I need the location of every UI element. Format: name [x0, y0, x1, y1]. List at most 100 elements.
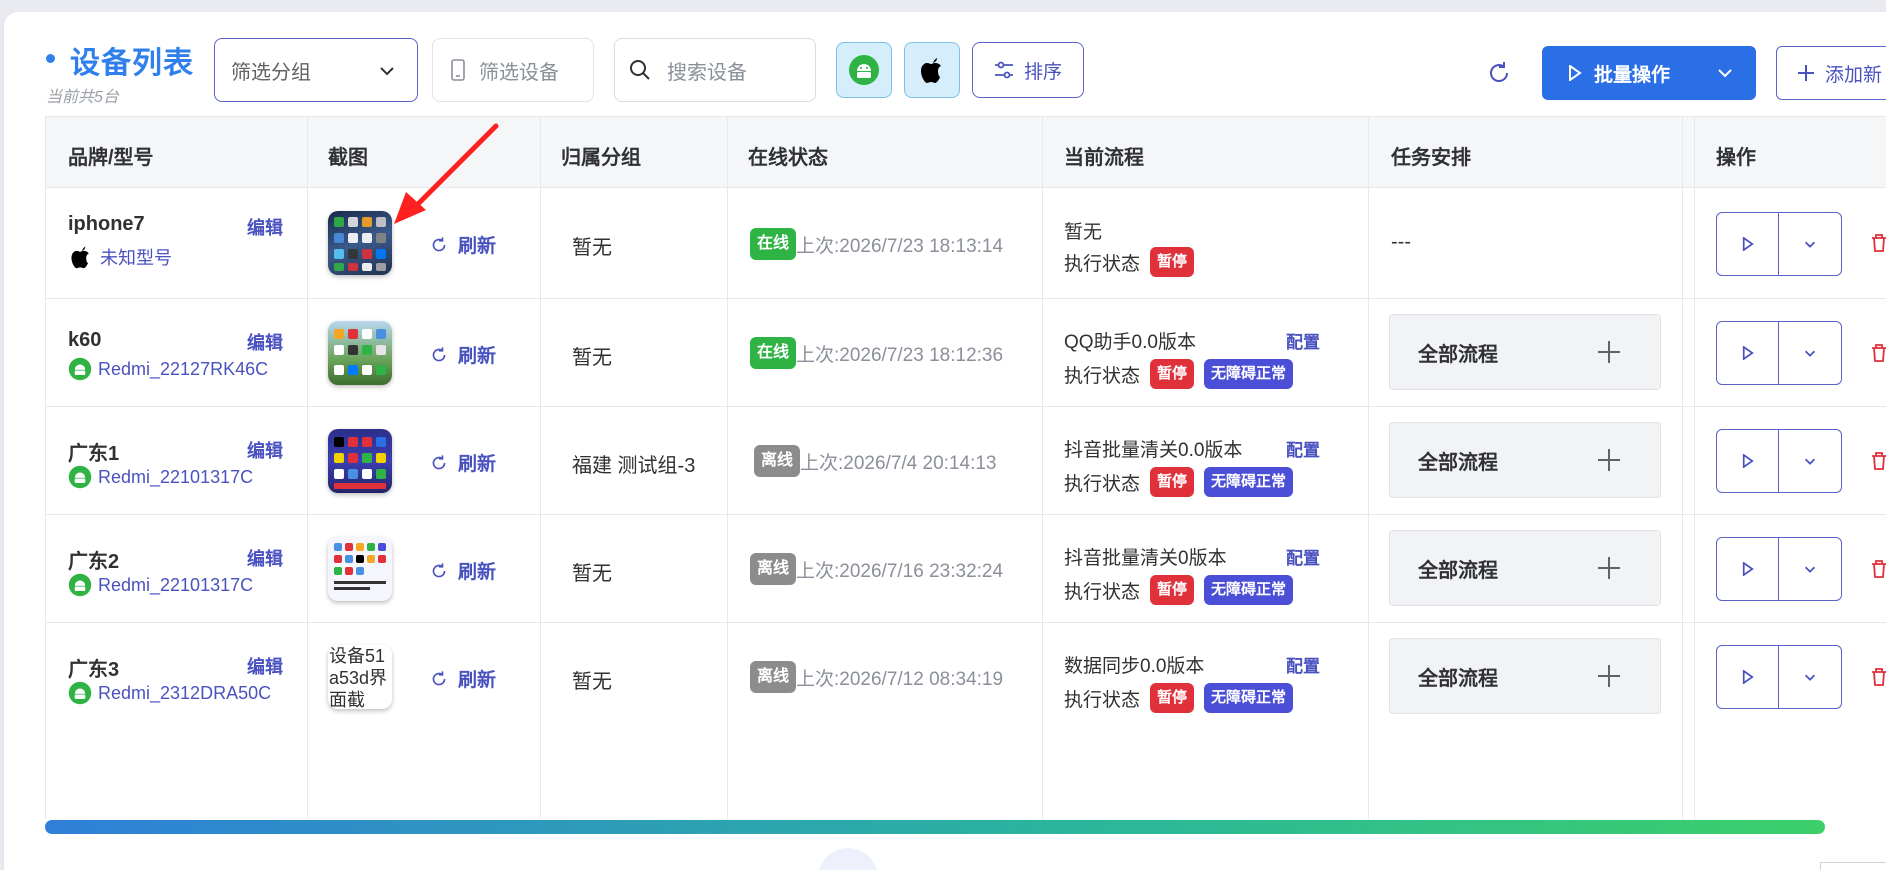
- trash-icon[interactable]: [1870, 233, 1886, 253]
- accessibility-badge: 无障碍正常: [1204, 359, 1294, 389]
- chevron-down-icon: [1804, 674, 1816, 681]
- device-name: k60: [68, 329, 102, 351]
- run-split-button: [1716, 537, 1842, 601]
- table-header: 品牌/型号 截图 归属分组 在线状态 当前流程 任务安排 操作: [46, 116, 1886, 188]
- phone-icon: [451, 59, 465, 81]
- online-status: 在线 上次:2026/7/23 18:12:36: [750, 337, 1003, 369]
- device-model-label: Redmi_2312DRA50C: [98, 682, 272, 703]
- status-badge: 在线: [750, 337, 797, 369]
- exec-state: 执行状态 暂停: [1064, 247, 1195, 277]
- last-seen: 上次:2026/7/16 23:32:24: [796, 560, 1004, 582]
- android-filter-toggle[interactable]: [836, 42, 892, 98]
- refresh-screenshot-button[interactable]: 刷新: [430, 449, 496, 476]
- refresh-icon[interactable]: [1486, 60, 1512, 86]
- group-name: 福建 测试组-3: [572, 455, 696, 477]
- run-button[interactable]: [1717, 430, 1780, 492]
- accessibility-badge: 无障碍正常: [1204, 683, 1294, 713]
- run-options-button[interactable]: [1779, 322, 1841, 384]
- refresh-screenshot-button[interactable]: 刷新: [430, 231, 496, 258]
- last-seen: 上次:2026/7/4 20:14:13: [800, 452, 997, 474]
- search-input[interactable]: 搜索设备: [614, 38, 816, 102]
- task-selector[interactable]: 全部流程: [1389, 638, 1661, 714]
- flow-name: 抖音批量清关0版本: [1064, 548, 1227, 569]
- exec-state-label: 执行状态: [1064, 473, 1141, 495]
- chevron-down-icon: [1718, 69, 1732, 78]
- chevron-down-icon: [1804, 350, 1816, 357]
- sort-label: 排序: [1023, 61, 1062, 83]
- device-model[interactable]: Redmi_22101317C: [68, 573, 253, 597]
- run-options-button[interactable]: [1779, 213, 1841, 275]
- run-button[interactable]: [1717, 646, 1780, 708]
- edit-link[interactable]: 编辑: [247, 329, 283, 355]
- refresh-label: 刷新: [458, 670, 497, 691]
- refresh-screenshot-button[interactable]: 刷新: [430, 341, 496, 368]
- run-options-button[interactable]: [1779, 430, 1841, 492]
- device-model[interactable]: Redmi_2312DRA50C: [68, 681, 271, 705]
- android-icon: [68, 681, 92, 705]
- task-selector[interactable]: 全部流程: [1389, 530, 1661, 606]
- device-name: 广东2: [68, 551, 120, 573]
- task-selector[interactable]: 全部流程: [1389, 422, 1661, 498]
- apple-filter-toggle[interactable]: [904, 42, 960, 98]
- config-link[interactable]: 配置: [1286, 652, 1320, 677]
- device-screenshot[interactable]: [328, 321, 392, 385]
- run-button[interactable]: [1717, 213, 1780, 275]
- device-model[interactable]: 未知型号: [68, 243, 172, 271]
- edit-link[interactable]: 编辑: [247, 437, 283, 463]
- device-screenshot[interactable]: [328, 211, 392, 275]
- exec-state-label: 执行状态: [1064, 365, 1141, 387]
- trash-icon[interactable]: [1870, 559, 1886, 579]
- trash-icon[interactable]: [1870, 451, 1886, 471]
- edit-link[interactable]: 编辑: [247, 653, 283, 679]
- pagination-box: [1820, 862, 1886, 870]
- run-button[interactable]: [1717, 322, 1780, 384]
- config-link[interactable]: 配置: [1286, 436, 1320, 461]
- edit-link[interactable]: 编辑: [247, 214, 283, 240]
- group-filter-select[interactable]: 筛选分组: [214, 38, 418, 102]
- refresh-screenshot-button[interactable]: 刷新: [430, 557, 496, 584]
- run-split-button: [1716, 212, 1842, 276]
- group-name: 暂无: [572, 347, 612, 369]
- add-device-button[interactable]: 添加新: [1776, 46, 1886, 100]
- run-options-button[interactable]: [1779, 646, 1841, 708]
- refresh-icon: [432, 670, 446, 685]
- status-badge: 离线: [750, 661, 797, 693]
- run-button[interactable]: [1717, 538, 1780, 600]
- sort-button[interactable]: 排序: [972, 42, 1084, 98]
- device-screenshot[interactable]: [328, 537, 392, 601]
- android-icon: [68, 573, 92, 597]
- device-filter-input[interactable]: 筛选设备: [432, 38, 594, 102]
- refresh-screenshot-button[interactable]: 刷新: [430, 665, 496, 692]
- chevron-down-icon: [380, 67, 394, 76]
- task-selector[interactable]: 全部流程: [1389, 314, 1661, 390]
- device-name: iphone7: [68, 213, 145, 235]
- refresh-label: 刷新: [458, 346, 497, 367]
- device-model-label: Redmi_22101317C: [98, 574, 254, 595]
- task-selector-label: 全部流程: [1418, 559, 1498, 582]
- plus-icon: [1598, 449, 1620, 471]
- accessibility-badge: 无障碍正常: [1204, 575, 1294, 605]
- refresh-label: 刷新: [458, 562, 497, 583]
- trash-icon[interactable]: [1870, 667, 1886, 687]
- play-icon: [1742, 346, 1754, 360]
- trash-icon[interactable]: [1870, 343, 1886, 363]
- run-options-button[interactable]: [1779, 538, 1841, 600]
- device-screenshot[interactable]: [328, 429, 392, 493]
- horizontal-scrollbar[interactable]: [45, 820, 1825, 834]
- run-split-button: [1716, 429, 1842, 493]
- device-model[interactable]: Redmi_22101317C: [68, 465, 253, 489]
- task-none: ---: [1391, 231, 1411, 253]
- batch-operation-button[interactable]: 批量操作: [1542, 46, 1756, 100]
- edit-link[interactable]: 编辑: [247, 545, 283, 571]
- chevron-down-icon: [1804, 566, 1816, 573]
- title-dot: [46, 54, 55, 63]
- table-row: iphone7 编辑 未知型号 刷新 暂无 在线 上次:2026/7/23 18…: [46, 189, 1886, 299]
- device-model-label: 未知型号: [100, 248, 172, 268]
- task-selector-label: 全部流程: [1418, 451, 1498, 474]
- device-screenshot-broken[interactable]: 设备51a53d界面截: [328, 645, 392, 709]
- task-selector-label: 全部流程: [1418, 667, 1498, 690]
- device-model[interactable]: Redmi_22127RK46C: [68, 357, 268, 381]
- config-link[interactable]: 配置: [1286, 544, 1320, 569]
- refresh-label: 刷新: [458, 454, 497, 475]
- config-link[interactable]: 配置: [1286, 328, 1320, 353]
